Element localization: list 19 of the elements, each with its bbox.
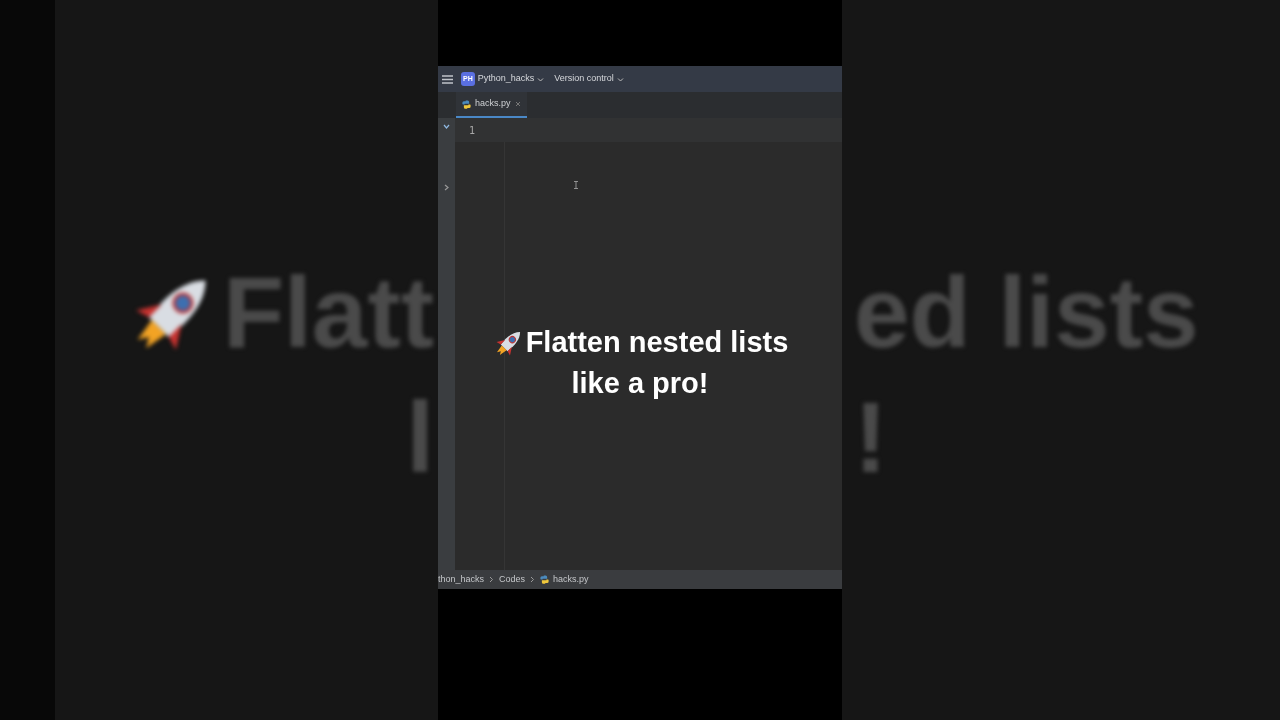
chevron-icon[interactable] bbox=[443, 124, 450, 130]
caption-text: ! bbox=[854, 380, 888, 495]
line-number: 1 bbox=[468, 123, 476, 138]
python-file-icon bbox=[540, 575, 550, 584]
version-control-menu[interactable]: Version control bbox=[552, 72, 626, 86]
menu-icon[interactable] bbox=[442, 74, 453, 84]
python-file-icon bbox=[462, 99, 471, 109]
breadcrumb-item[interactable]: hacks.py bbox=[540, 572, 589, 587]
chevron-down-icon bbox=[616, 76, 624, 82]
breadcrumb-item[interactable]: thon_hacks bbox=[438, 572, 485, 587]
chevron-right-icon bbox=[530, 576, 536, 583]
caption-text: Flatten nested lists bbox=[525, 325, 789, 360]
chevron-down-icon bbox=[537, 76, 545, 82]
chevron-right-icon bbox=[489, 576, 495, 583]
file-tab[interactable]: hacks.py bbox=[456, 92, 527, 118]
text-cursor-icon bbox=[574, 180, 578, 189]
caption-text: like a pro! bbox=[571, 366, 709, 401]
breadcrumb-item[interactable]: Codes bbox=[499, 572, 526, 587]
chevron-icon[interactable] bbox=[443, 184, 450, 191]
